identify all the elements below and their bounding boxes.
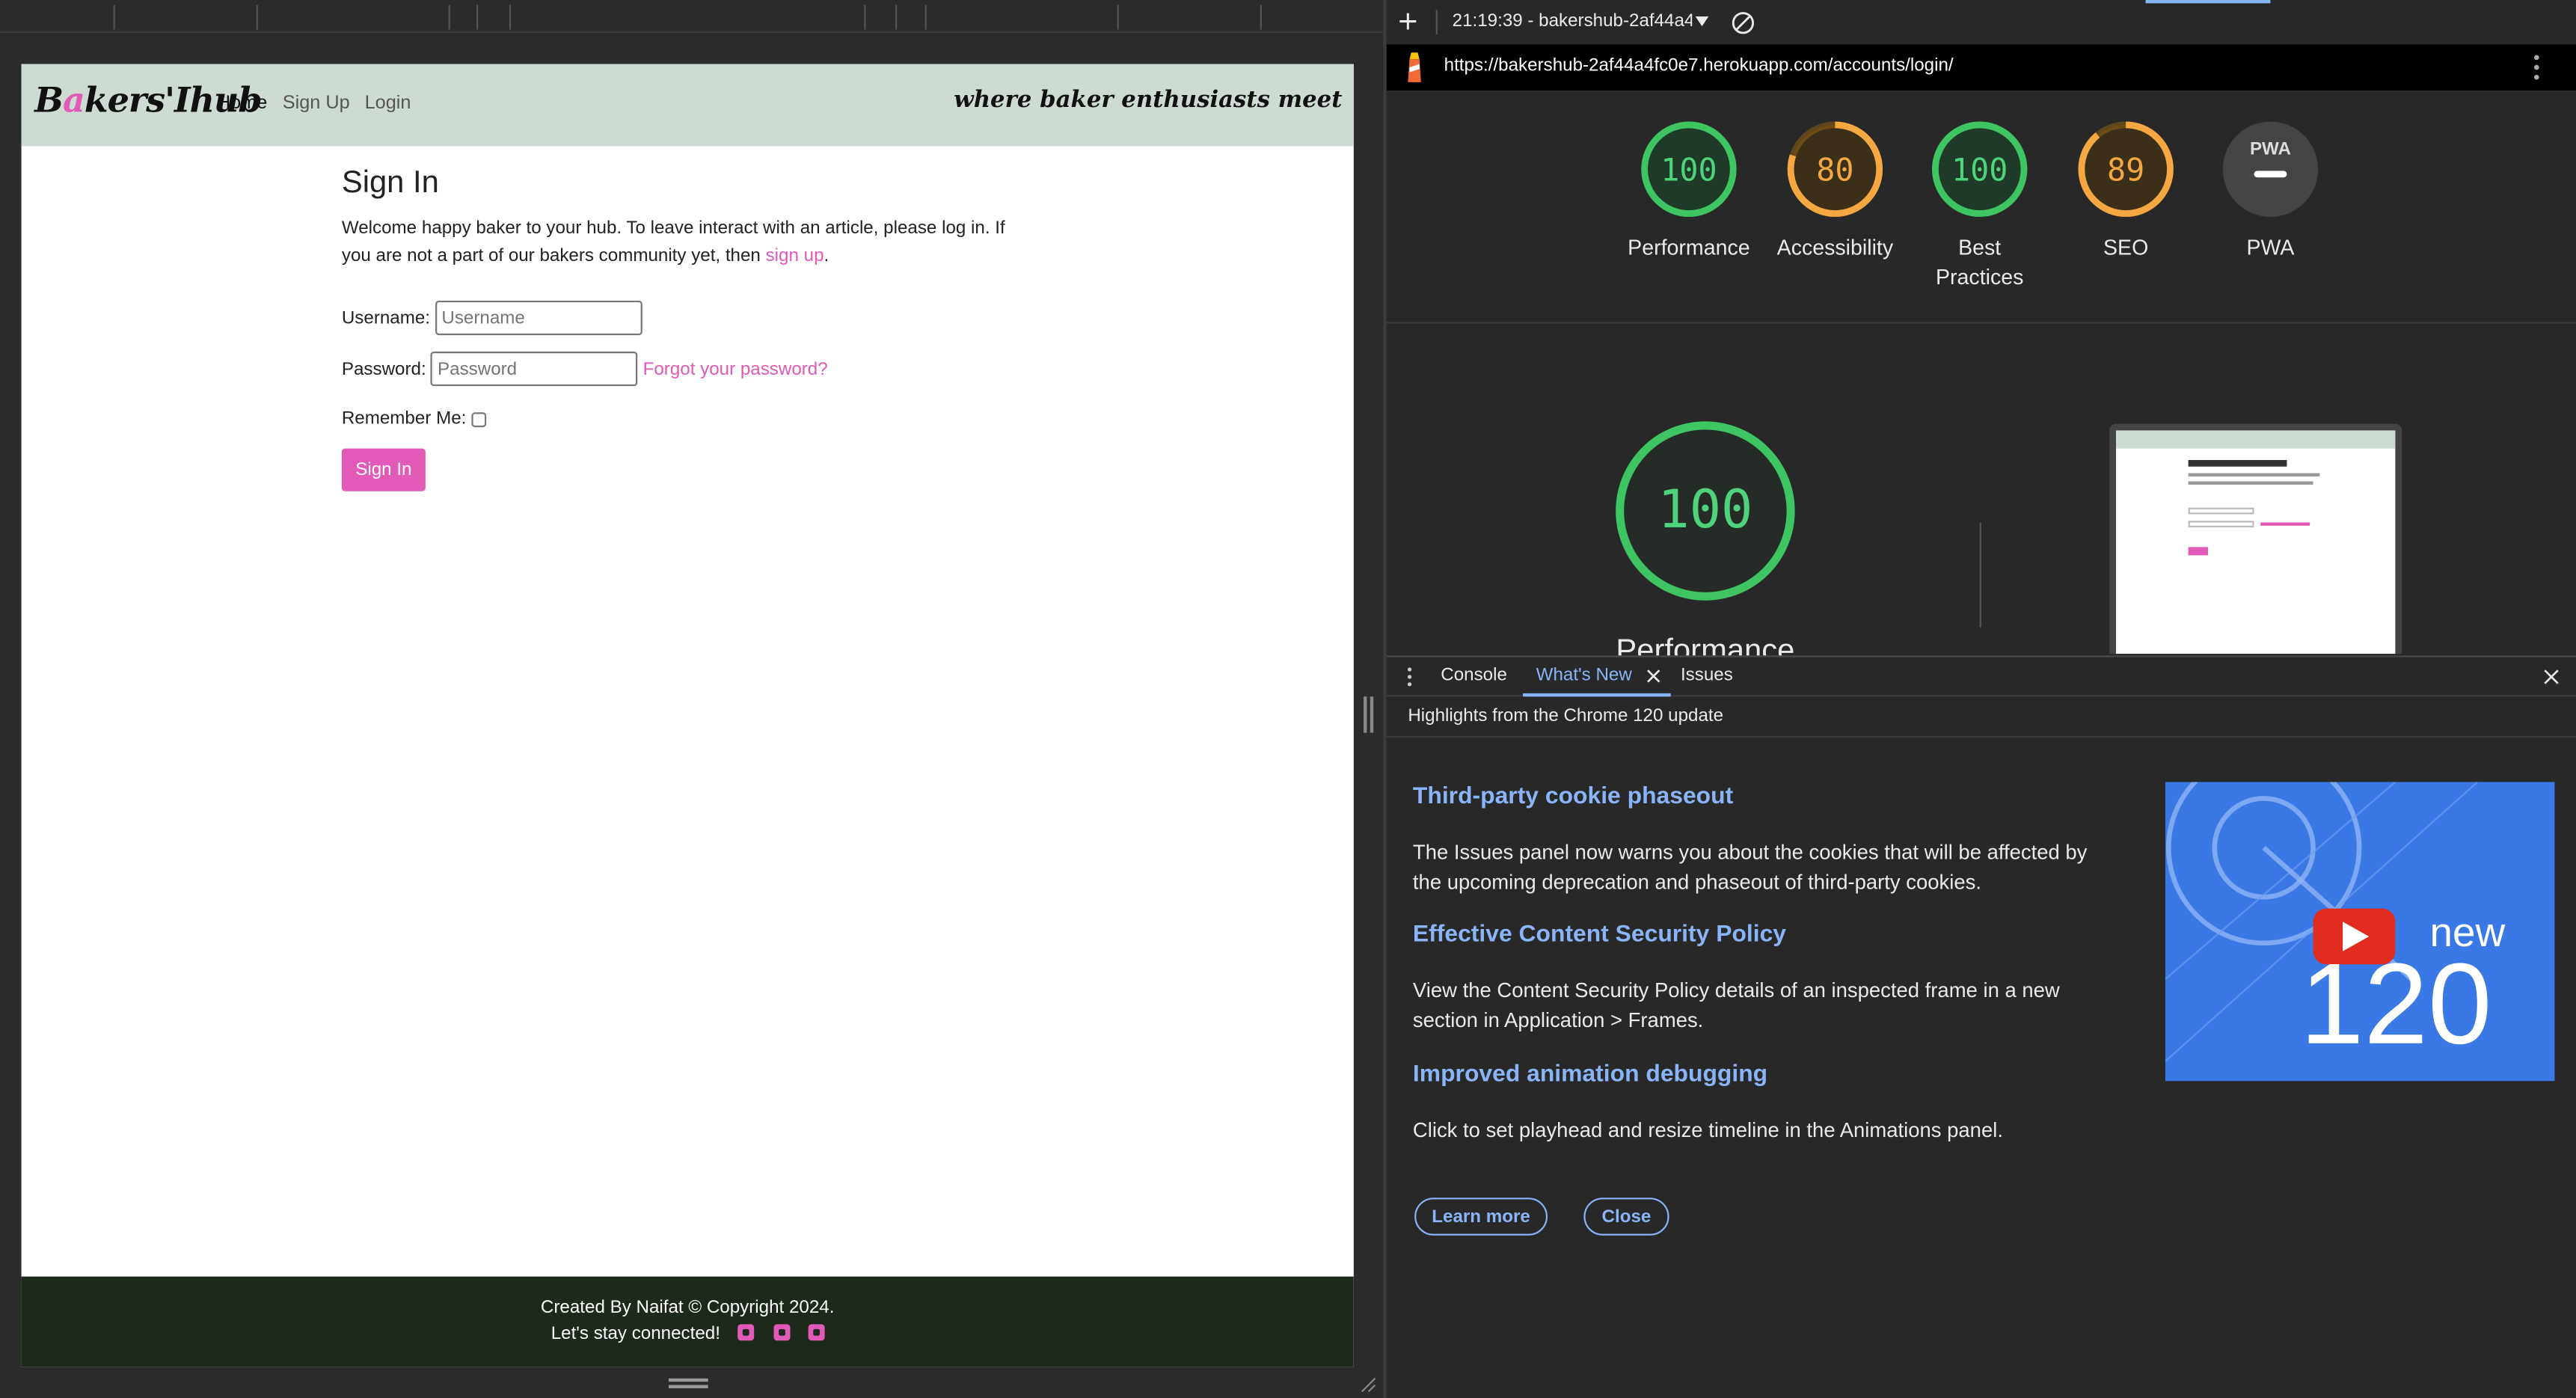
password-input[interactable]	[431, 352, 639, 387]
more-options-icon[interactable]	[2533, 54, 2540, 80]
score-gauge-best-practices[interactable]: 100	[1931, 120, 2029, 218]
drawer-menu-icon[interactable]	[1406, 667, 1413, 687]
score-value: 89	[2107, 152, 2144, 188]
tab-console[interactable]: Console	[1441, 666, 1507, 685]
nav-login-link[interactable]: Login	[365, 93, 411, 113]
signin-button[interactable]: Sign In	[341, 448, 426, 491]
viewport-bottom-bar	[21, 1367, 1354, 1398]
big-score-value: 100	[1657, 479, 1752, 540]
lighthouse-icon	[1408, 52, 1421, 82]
site-footer: Created By Naifat © Copyright 2024. Let'…	[21, 1276, 1354, 1367]
report-selector[interactable]: 21:19:39 - bakershub-2af44a4	[1453, 11, 1693, 31]
chrome-120-promo-image: new 120	[2165, 782, 2555, 1082]
twitter-icon[interactable]	[773, 1324, 790, 1341]
page-title: Sign In	[341, 165, 439, 200]
score-label: PWA	[2246, 235, 2295, 260]
feature-body: View the Content Security Policy details…	[1412, 979, 2060, 1032]
navbar: Bakers'Ihub Home Sign Up Login where bak…	[21, 64, 1354, 147]
clear-icon[interactable]	[1732, 11, 1755, 34]
site-tagline: where baker enthusiasts meet	[954, 87, 1343, 114]
report-url: https://bakershub-2af44a4fc0e7.herokuapp…	[1444, 55, 1954, 76]
lighthouse-toolbar: 21:19:39 - bakershub-2af44a4	[1386, 0, 2576, 45]
signup-link[interactable]: sign up	[766, 245, 824, 265]
feature-body: The Issues panel now warns you about the…	[1412, 841, 2088, 894]
score-value: 80	[1816, 152, 1853, 188]
feature-title[interactable]: Third-party cookie phaseout	[1413, 784, 1733, 810]
nav-signup-link[interactable]: Sign Up	[283, 93, 350, 113]
viewport-resize-handle-line	[668, 1385, 708, 1388]
highlights-divider	[1386, 736, 2576, 738]
score-label: Best Practices	[1935, 235, 2024, 289]
score-gauge-accessibility[interactable]: 80	[1786, 120, 1885, 218]
score-gauge-seo[interactable]: 89	[2076, 120, 2175, 218]
feature-title[interactable]: Effective Content Security Policy	[1413, 922, 1786, 948]
score-gauge-performance[interactable]: 100	[1640, 120, 1738, 218]
footer-social: Let's stay connected!	[22, 1324, 1354, 1344]
device-ruler	[0, 0, 1384, 33]
viewport-resize-handle[interactable]	[668, 1378, 708, 1382]
welcome-text: Welcome happy baker to your hub. To leav…	[341, 218, 1005, 266]
password-row: Password: Forgot your password?	[341, 352, 828, 387]
facebook-icon[interactable]	[738, 1324, 755, 1341]
feature-title[interactable]: Improved animation debugging	[1413, 1061, 1767, 1088]
drawer-tabbar: Console What's New Issues	[1386, 655, 2576, 697]
web-page: Bakers'Ihub Home Sign Up Login where bak…	[21, 64, 1354, 1367]
devtools-panel: 21:19:39 - bakershub-2af44a4 https://bak…	[1386, 0, 2576, 1398]
corner-resize-icon[interactable]	[1357, 1373, 1376, 1393]
active-drawer-tab-indicator	[1523, 693, 1671, 697]
learn-more-button[interactable]: Learn more	[1414, 1198, 1548, 1236]
footer-copyright: Created By Naifat © Copyright 2024.	[540, 1298, 835, 1318]
report-url-bar: https://bakershub-2af44a4fc0e7.herokuapp…	[1386, 44, 2576, 91]
big-performance-gauge: 100	[1616, 421, 1795, 601]
score-value: 100	[1660, 152, 1717, 188]
close-button[interactable]: Close	[1583, 1198, 1669, 1236]
username-input[interactable]	[435, 300, 643, 336]
username-row: Username:	[341, 300, 643, 336]
highlights-heading: Highlights from the Chrome 120 update	[1408, 706, 1724, 726]
tab-whats-new[interactable]: What's New	[1536, 666, 1632, 685]
close-drawer-icon[interactable]	[2543, 669, 2560, 685]
promo-version-text: 120	[2300, 939, 2492, 1068]
password-label: Password:	[341, 358, 426, 379]
active-tab-indicator	[2145, 0, 2271, 4]
pwa-badge-text: PWA	[2250, 138, 2291, 159]
instagram-icon[interactable]	[807, 1324, 824, 1341]
forgot-password-link[interactable]: Forgot your password?	[643, 359, 828, 378]
section-divider	[1386, 322, 2576, 324]
plus-icon[interactable]	[1398, 11, 1417, 31]
feature-body: Click to set playhead and resize timelin…	[1412, 1118, 2003, 1142]
close-tab-icon[interactable]	[1646, 669, 1661, 684]
nav-home-link[interactable]: Home	[217, 93, 267, 113]
page-thumbnail	[2109, 423, 2402, 654]
remember-row: Remember Me:	[342, 409, 486, 429]
score-label: Accessibility	[1776, 235, 1894, 260]
score-value: 100	[1951, 152, 2008, 188]
footer-connect-text: Let's stay connected!	[551, 1324, 720, 1344]
username-label: Username:	[341, 307, 431, 328]
signin-section: Sign In Welcome happy baker to your hub.…	[341, 165, 1032, 491]
tab-issues[interactable]: Issues	[1681, 666, 1733, 685]
remember-label: Remember Me:	[341, 408, 467, 429]
remember-checkbox[interactable]	[470, 411, 486, 426]
gauge-divider	[1979, 522, 1981, 628]
dropdown-arrow-icon[interactable]	[1695, 16, 1709, 27]
score-gauge-pwa[interactable]: PWA	[2221, 120, 2320, 218]
big-score-label: Performance	[1616, 634, 1795, 656]
